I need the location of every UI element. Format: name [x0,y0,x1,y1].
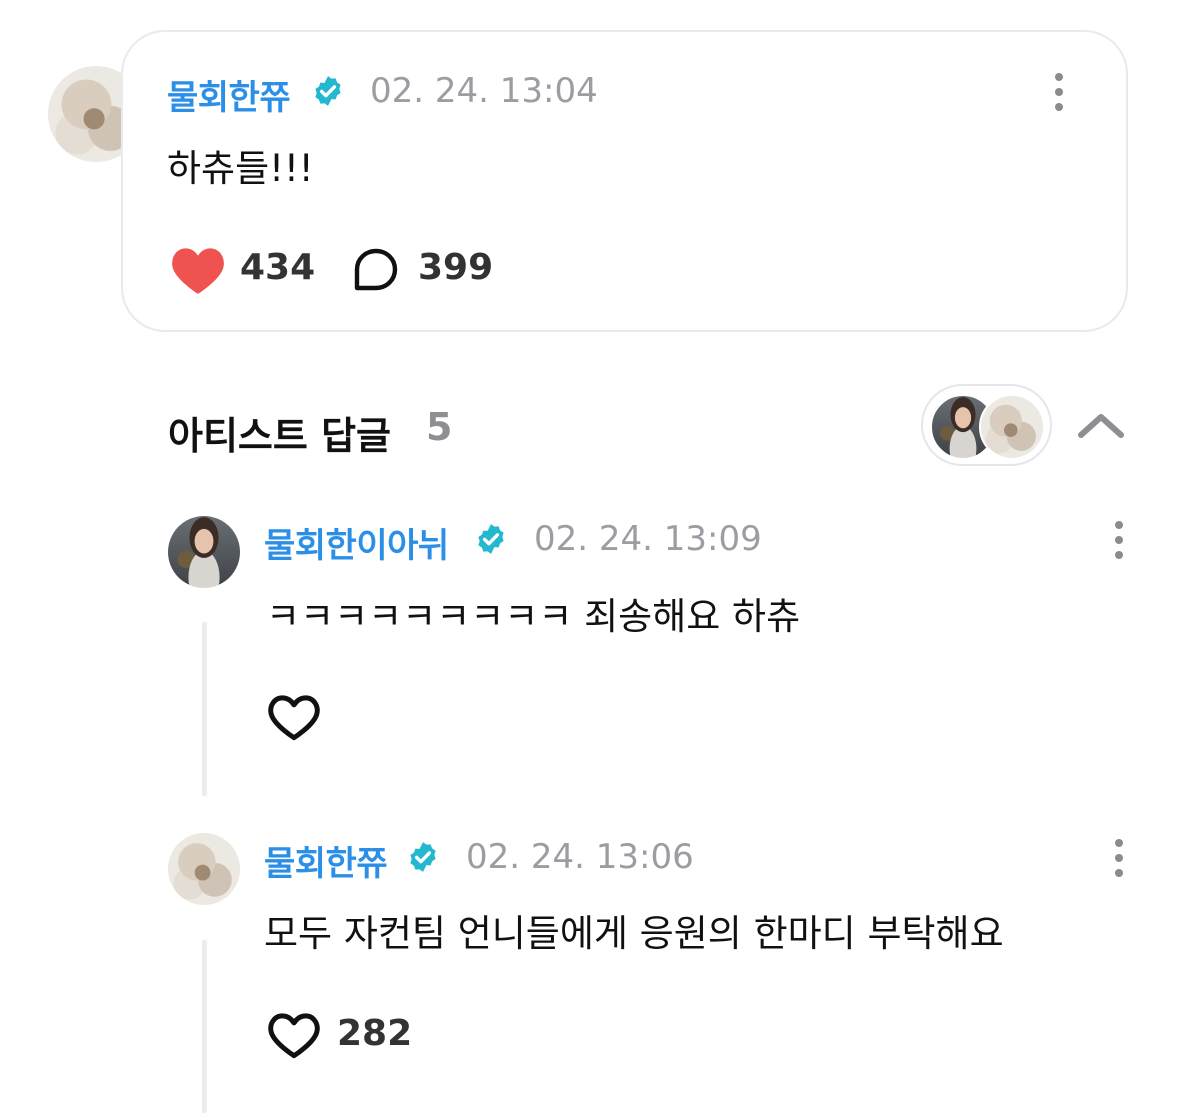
comment-bubble-icon[interactable] [351,246,401,294]
heart-filled-icon[interactable] [170,245,226,295]
heart-outline-icon[interactable] [267,1010,321,1060]
post-like-count: 434 [240,247,316,288]
reply-like-count: 282 [337,1013,413,1054]
verified-badge-icon [410,842,436,872]
thread-line [202,622,207,796]
post-author-name[interactable]: 물회한쮸 [167,70,291,119]
replier-avatar [979,394,1045,460]
reply-text: ㅋㅋㅋㅋㅋㅋㅋㅋㅋ 죄송해요 하츄 [266,595,801,638]
post-text: 하츄들!!! [167,147,314,190]
verified-badge-icon [478,524,504,554]
reply-more-options-icon[interactable] [1113,839,1125,879]
chevron-up-icon[interactable] [1076,405,1126,445]
thread-line [202,940,207,1113]
post-comment-count: 399 [418,247,494,288]
verified-badge-icon [315,76,341,106]
reply-author-name[interactable]: 물회한이아뉘 [264,518,449,567]
artist-replies-title: 아티스트 답글 [168,414,391,458]
reply-text: 모두 자컨팀 언니들에게 응원의 한마디 부탁해요 [264,912,1004,955]
artist-replies-count: 5 [426,405,453,449]
reply-author-name[interactable]: 물회한쮸 [264,836,388,885]
post-more-options-icon[interactable] [1053,73,1065,113]
replier-avatars-pill[interactable] [921,384,1052,466]
reply-author-avatar[interactable] [168,516,240,588]
reply-timestamp: 02. 24. 13:09 [534,519,762,559]
reply-author-avatar[interactable] [168,833,240,905]
heart-outline-icon[interactable] [267,692,321,742]
reply-timestamp: 02. 24. 13:06 [466,837,694,877]
reply-more-options-icon[interactable] [1113,521,1125,561]
post-timestamp: 02. 24. 13:04 [370,71,598,111]
